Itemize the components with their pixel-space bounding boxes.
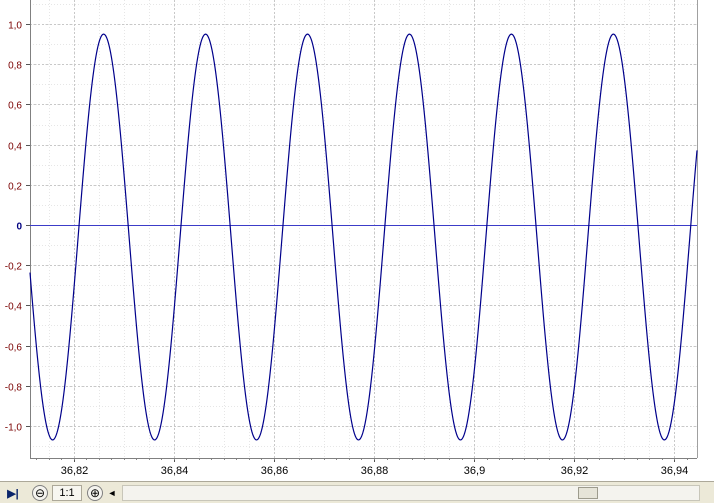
y-tick-label: -0,8 xyxy=(5,383,23,394)
plot-background xyxy=(0,0,714,481)
x-tick-label: 36,94 xyxy=(661,465,689,477)
y-tick-label: 1,0 xyxy=(8,21,22,32)
zoom-out-icon[interactable]: ⊖ xyxy=(32,485,48,501)
signal-plot[interactable]: 1,0 0,8 0,6 0,4 0,2 0 -0,2 -0,4 -0,6 -0,8 -1,0 36,… xyxy=(0,0,714,481)
y-tick-label: -1,0 xyxy=(5,423,23,434)
zoom-in-icon[interactable]: ⊕ xyxy=(87,485,103,501)
y-tick-label: -0,2 xyxy=(5,262,23,273)
bottom-toolbar: ▶| ⊖ 1:1 ⊕ ◄ xyxy=(0,481,714,503)
horizontal-scrollbar[interactable] xyxy=(122,485,700,501)
x-tick-label: 36,88 xyxy=(361,465,389,477)
x-tick-label: 36,92 xyxy=(561,465,589,477)
y-tick-label: -0,6 xyxy=(5,343,23,354)
y-tick-label: 0,8 xyxy=(8,61,22,72)
y-tick-label: 0 xyxy=(16,222,22,233)
scrollbar-thumb[interactable] xyxy=(578,487,598,499)
y-tick-label: 0,4 xyxy=(8,142,22,153)
zoom-level-label[interactable]: 1:1 xyxy=(52,485,82,501)
y-tick-label: 0,2 xyxy=(8,182,22,193)
x-tick-label: 36,9 xyxy=(464,465,485,477)
y-tick-label: 0,6 xyxy=(8,101,22,112)
arrow-left-icon[interactable]: ◄ xyxy=(104,485,120,501)
x-tick-label: 36,86 xyxy=(261,465,289,477)
x-tick-label: 36,84 xyxy=(161,465,189,477)
y-tick-label: -0,4 xyxy=(5,302,23,313)
play-to-end-icon[interactable]: ▶| xyxy=(4,485,22,501)
x-tick-label: 36,82 xyxy=(61,465,89,477)
